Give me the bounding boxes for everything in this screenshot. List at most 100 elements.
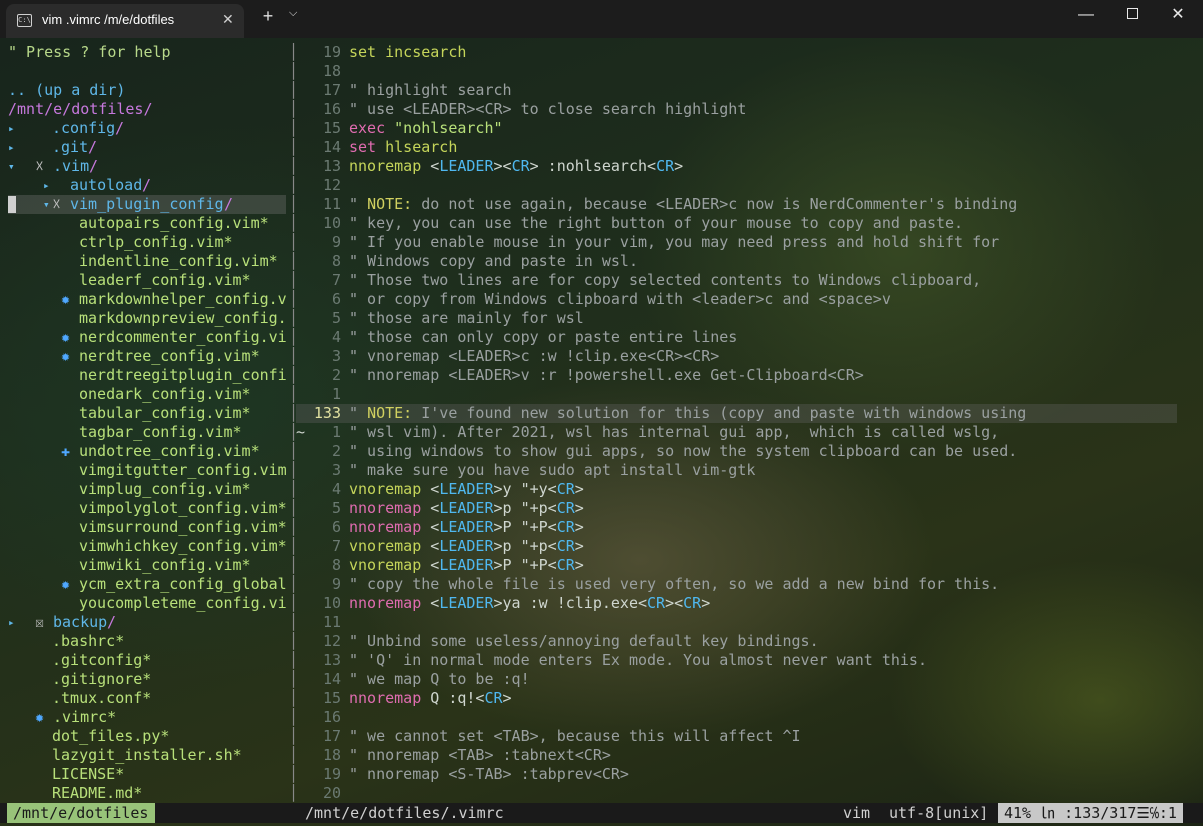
code-line[interactable]: 3 " make sure you have sudo apt install v… — [296, 461, 1177, 480]
code-line[interactable]: 10 nnoremap <LEADER>ya :w !clip.exe<CR><C… — [296, 594, 1177, 613]
current-code-line[interactable]: 133 " NOTE: I've found new solution for t… — [296, 404, 1177, 423]
tree-file[interactable]: vimpolyglot_config.vim* — [8, 499, 287, 518]
code-line[interactable]: 7 vnoremap <LEADER>p "+p<CR> — [296, 537, 1177, 556]
code-line[interactable]: 4 " those can only copy or paste entire l… — [296, 328, 1177, 347]
code-line[interactable]: 6 nnoremap <LEADER>P "+P<CR> — [296, 518, 1177, 537]
tree-dir[interactable]: ▾ ☓ .vim / — [8, 157, 283, 176]
code-line[interactable]: 6 " or copy from Windows clipboard with <… — [296, 290, 1177, 309]
tab-dropdown-icon[interactable]: ⌵ — [289, 7, 297, 20]
tree-file[interactable]: LICENSE* — [8, 765, 283, 784]
tree-file[interactable]: autopairs_config.vim* — [8, 214, 283, 233]
code-line[interactable]: 8 vnoremap <LEADER>P "+P<CR> — [296, 556, 1177, 575]
tree-file[interactable]: vimplug_config.vim* — [8, 480, 283, 499]
tree-file[interactable]: lazygit_installer.sh* — [8, 746, 283, 765]
tree-file[interactable]: leaderf_config.vim* — [8, 271, 283, 290]
code-line[interactable]: 11 " NOTE: do not use again, because <LEA… — [296, 195, 1177, 214]
code-line[interactable]: 12 — [296, 176, 1177, 195]
terminal-tab[interactable]: C:\ vim .vimrc /m/e/dotfiles ✕ — [6, 4, 244, 38]
code-line[interactable]: 7 " Those two lines are for copy selected… — [296, 271, 1177, 290]
code-token: CR — [556, 518, 575, 536]
new-tab-button[interactable]: + — [258, 6, 278, 26]
collapsed-arrow-icon[interactable]: ▸ — [8, 119, 15, 138]
code-line[interactable]: 15 nnoremap Q :q!<CR> — [296, 689, 1177, 708]
code-line[interactable]: 10 " key, you can use the right button of… — [296, 214, 1177, 233]
collapsed-arrow-icon[interactable]: ▸ — [43, 176, 50, 195]
code-line[interactable]: 8 " Windows copy and paste in wsl. — [296, 252, 1177, 271]
tree-file[interactable]: tagbar_config.vim* — [8, 423, 283, 442]
code-line[interactable]: 18 " nnoremap <TAB> :tabnext<CR> — [296, 746, 1177, 765]
tree-dir[interactable]: ▾ ☓ vim_plugin_config / — [8, 195, 286, 214]
tree-file[interactable]: .gitignore* — [8, 670, 283, 689]
tree-dir[interactable]: ▸ autoload / — [8, 176, 283, 195]
code-line[interactable]: 14 " we map Q to be :q! — [296, 670, 1177, 689]
tree-file[interactable]: ctrlp_config.vim* — [8, 233, 283, 252]
expanded-arrow-icon[interactable]: ▾ — [8, 157, 15, 176]
tree-file[interactable]: tabular_config.vim* — [8, 404, 283, 423]
tree-file[interactable]: ✹ .vimrc* — [8, 708, 283, 727]
tree-root[interactable]: /mnt/e/dotfiles/ — [8, 100, 153, 119]
code-line[interactable]: ~1 " wsl vim). After 2021, wsl has intern… — [296, 423, 1177, 442]
tree-file[interactable]: nerdtreegitplugin_confi — [8, 366, 287, 385]
code-line[interactable]: 16 — [296, 708, 1177, 727]
tree-node-name: ctrlp_config.vim* — [79, 233, 233, 251]
tree-file[interactable]: dot_files.py* — [8, 727, 283, 746]
tree-file[interactable]: .tmux.conf* — [8, 689, 283, 708]
tree-file[interactable]: .bashrc* — [8, 632, 283, 651]
tree-file[interactable]: ✹ nerdcommenter_config.vi — [8, 328, 287, 347]
code-line[interactable]: 9 " copy the whole file is used very ofte… — [296, 575, 1177, 594]
code-line[interactable]: 17 " we cannot set <TAB>, because this wi… — [296, 727, 1177, 746]
code-line[interactable]: 19 " nnoremap <S-TAB> :tabprev<CR> — [296, 765, 1177, 784]
code-line[interactable]: 20 — [296, 784, 1177, 803]
tree-dir[interactable]: ▸ .git / — [8, 138, 283, 157]
tree-file[interactable]: vimwhichkey_config.vim* — [8, 537, 287, 556]
collapsed-arrow-icon[interactable]: ▸ — [8, 613, 15, 632]
code-line[interactable]: 13 " 'Q' in normal mode enters Ex mode. Y… — [296, 651, 1177, 670]
minimize-button[interactable]: — — [1063, 0, 1109, 32]
separator-char: │ — [289, 613, 299, 631]
code-line[interactable]: 2 " nnoremap <LEADER>v :r !powershell.exe… — [296, 366, 1177, 385]
code-text: vnoremap <LEADER>y "+y<CR> — [349, 480, 584, 499]
tab-close-icon[interactable]: ✕ — [222, 11, 234, 28]
code-line[interactable]: 3 " vnoremap <LEADER>c :w !clip.exe<CR><C… — [296, 347, 1177, 366]
tree-file[interactable]: vimsurround_config.vim* — [8, 518, 287, 537]
tree-file[interactable]: vimgitgutter_config.vim — [8, 461, 287, 480]
status-line: /mnt/e/dotfiles /mnt/e/dotfiles/.vimrc v… — [0, 803, 1203, 823]
tree-file[interactable]: markdownpreview_config. — [8, 309, 287, 328]
maximize-button[interactable] — [1109, 0, 1155, 32]
code-line[interactable]: 1 — [296, 385, 1177, 404]
tree-file[interactable]: indentline_config.vim* — [8, 252, 283, 271]
expanded-arrow-icon[interactable]: ▾ — [43, 195, 50, 214]
tree-file[interactable]: ✹ markdownhelper_config.v — [8, 290, 287, 309]
tree-dir[interactable]: ▸ ☒ backup / — [8, 613, 283, 632]
tree-file[interactable]: ✹ ycm_extra_config_global — [8, 575, 287, 594]
code-line[interactable]: 17 " highlight search — [296, 81, 1177, 100]
code-line[interactable]: 5 " those are mainly for wsl — [296, 309, 1177, 328]
separator-char: │ — [289, 328, 299, 346]
code-line[interactable]: 16 " use <LEADER><CR> to close search hig… — [296, 100, 1177, 119]
code-line[interactable]: 13 nnoremap <LEADER><CR> :nohlsearch<CR> — [296, 157, 1177, 176]
tree-file[interactable]: ✚ undotree_config.vim* — [8, 442, 283, 461]
collapsed-arrow-icon[interactable]: ▸ — [8, 138, 15, 157]
tree-file[interactable]: onedark_config.vim* — [8, 385, 283, 404]
code-line[interactable]: 11 — [296, 613, 1177, 632]
code-line[interactable]: 18 — [296, 62, 1177, 81]
tree-node-name: vimpolyglot_config.vim* — [79, 499, 287, 517]
code-line[interactable]: 12 " Unbind some useless/annoying default… — [296, 632, 1177, 651]
up-a-dir[interactable]: .. (up a dir) — [8, 81, 125, 100]
code-line[interactable]: 5 nnoremap <LEADER>p "+p<CR> — [296, 499, 1177, 518]
separator-char: │ — [289, 518, 299, 536]
tree-file[interactable]: youcompleteme_config.vi — [8, 594, 287, 613]
tree-file[interactable]: ✹ nerdtree_config.vim* — [8, 347, 283, 366]
tree-file[interactable]: vimwiki_config.vim* — [8, 556, 283, 575]
code-line[interactable]: 15 exec "nohlsearch" — [296, 119, 1177, 138]
close-button[interactable]: ✕ — [1155, 0, 1201, 32]
code-text: " NOTE: do not use again, because <LEADE… — [349, 195, 1017, 214]
code-line[interactable]: 2 " using windows to show gui apps, so no… — [296, 442, 1177, 461]
tree-dir[interactable]: ▸ .config / — [8, 119, 283, 138]
tree-file[interactable]: .gitconfig* — [8, 651, 283, 670]
code-line[interactable]: 4 vnoremap <LEADER>y "+y<CR> — [296, 480, 1177, 499]
code-line[interactable]: 14 set hlsearch — [296, 138, 1177, 157]
tree-file[interactable]: README.md* — [8, 784, 283, 803]
code-line[interactable]: 9 " If you enable mouse in your vim, you … — [296, 233, 1177, 252]
code-line[interactable]: 19 set incsearch — [296, 43, 1177, 62]
